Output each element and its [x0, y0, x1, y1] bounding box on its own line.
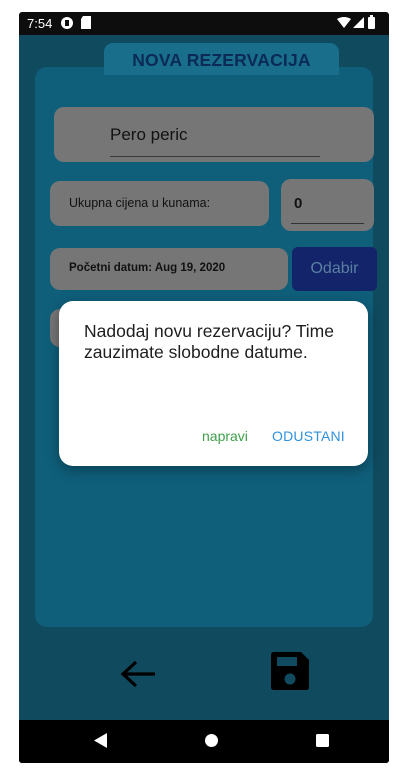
- cancel-button[interactable]: ODUSTANI: [272, 428, 345, 444]
- confirm-dialog: Nadodaj novu rezervaciju? Time zauzimate…: [59, 301, 368, 466]
- dialog-overlay: Nadodaj novu rezervaciju? Time zauzimate…: [19, 12, 389, 763]
- phone-frame: 7:54 NOVA REZERVACIJA Pero peric Ukupna …: [19, 12, 389, 763]
- confirm-button[interactable]: napravi: [202, 428, 248, 444]
- dialog-message: Nadodaj novu rezervaciju? Time zauzimate…: [84, 321, 334, 362]
